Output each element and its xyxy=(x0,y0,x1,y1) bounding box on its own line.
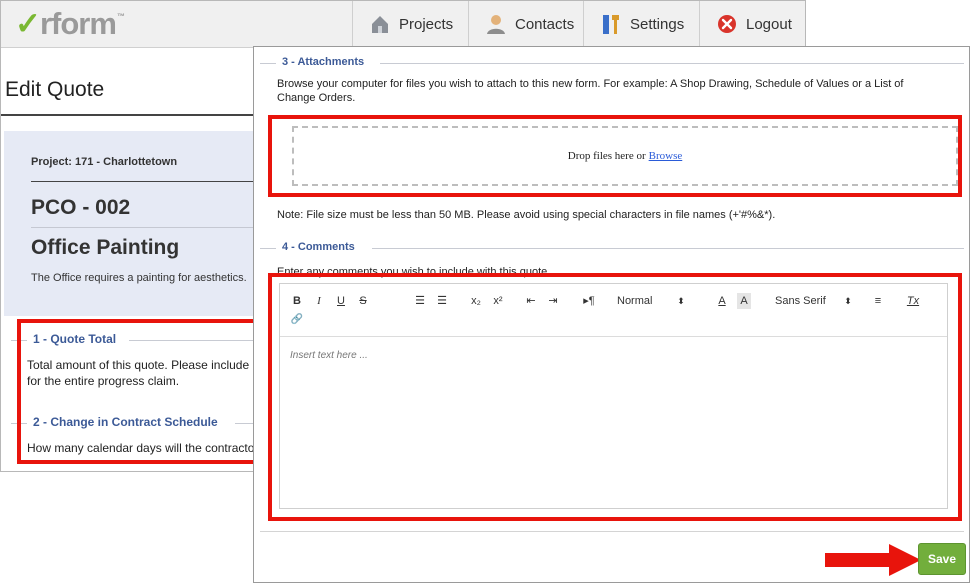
file-size-note: Note: File size must be less than 50 MB.… xyxy=(277,209,776,221)
person-icon xyxy=(487,15,505,34)
nav-projects[interactable]: Projects xyxy=(352,1,468,47)
quote-form-window: 3 - Attachments Browse your computer for… xyxy=(253,46,970,583)
section-comments-heading: 4 - Comments xyxy=(260,240,964,256)
quote-number: PCO - 002 xyxy=(31,196,131,219)
close-circle-icon xyxy=(718,15,736,33)
attachments-description-cont: Change Orders. xyxy=(277,92,356,104)
highlight-box-quote-sections xyxy=(17,319,265,464)
nav-settings-label: Settings xyxy=(630,15,685,33)
footer-divider xyxy=(260,531,964,532)
save-button[interactable]: Save xyxy=(918,543,966,575)
nav-settings[interactable]: Settings xyxy=(583,1,699,47)
pointer-arrow-icon xyxy=(825,544,921,576)
nav-logout[interactable]: Logout xyxy=(699,1,805,47)
section-attachments-heading: 3 - Attachments xyxy=(260,55,964,71)
nav-projects-label: Projects xyxy=(399,15,454,33)
tools-icon xyxy=(603,15,619,34)
rform-logo[interactable]: ✓rform™ xyxy=(15,6,125,42)
top-navigation-bar: ✓rform™ Projects Contacts Settings Logou… xyxy=(1,1,805,48)
highlight-box-dropzone xyxy=(268,115,962,197)
house-icon xyxy=(372,16,388,33)
quote-description: The Office requires a painting for aesth… xyxy=(31,272,247,284)
title-divider xyxy=(1,114,261,116)
quote-divider xyxy=(31,227,266,228)
highlight-box-comments xyxy=(268,273,962,521)
quote-name: Office Painting xyxy=(31,236,180,259)
nav-logout-label: Logout xyxy=(746,15,792,33)
nav-contacts[interactable]: Contacts xyxy=(468,1,583,47)
attachments-description: Browse your computer for files you wish … xyxy=(277,78,904,90)
nav-contacts-label: Contacts xyxy=(515,15,575,33)
page-title: Edit Quote xyxy=(5,78,105,101)
project-divider xyxy=(31,181,266,182)
quote-summary-panel: Project: 171 - Charlottetown PCO - 002 O… xyxy=(4,131,266,316)
project-label: Project: 171 - Charlottetown xyxy=(31,156,178,168)
